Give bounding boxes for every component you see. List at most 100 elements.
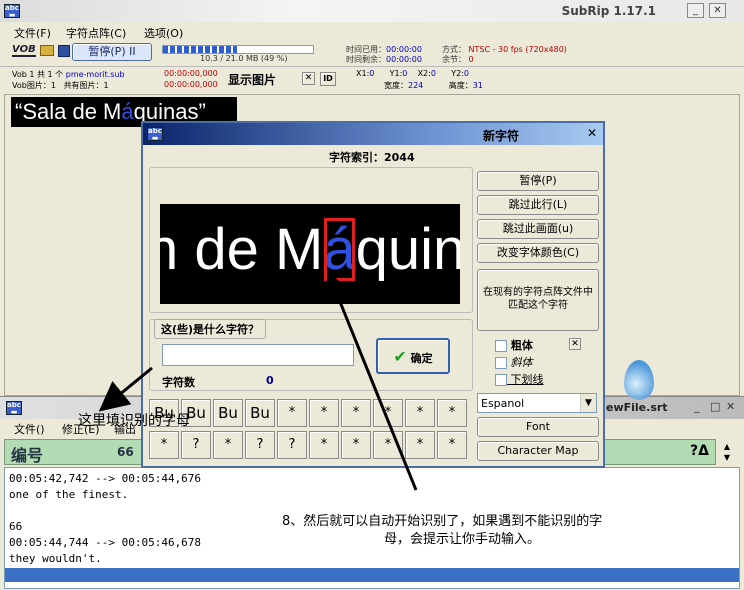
bottom-window-title: ewFile.srt	[606, 401, 668, 414]
save-icon[interactable]	[58, 45, 70, 57]
char-grid-button[interactable]: *	[309, 399, 339, 427]
subtitle-line-2: one of the finest.	[9, 488, 129, 501]
char-grid: Bu Bu Bu Bu * * * * * * *? *?? * * * * *	[149, 399, 473, 463]
side-button-0[interactable]: 暂停(P)	[477, 171, 599, 191]
char-grid-button[interactable]: *	[437, 399, 467, 427]
char-grid-button[interactable]: *	[213, 431, 243, 459]
timestamp-2: 00:00:00,000	[164, 80, 218, 89]
remainder-info: 余节： 0	[442, 55, 474, 64]
char-grid-button[interactable]: *	[373, 399, 403, 427]
char-grid-button[interactable]: *	[309, 431, 339, 459]
id-button[interactable]: ID	[320, 72, 336, 86]
bottom-minimize-icon[interactable]: _	[694, 400, 700, 413]
char-grid-button[interactable]: *	[373, 431, 403, 459]
side-buttons: 暂停(P) 跳过此行(L) 跳过此画面(u) 改变字体颜色(C)	[477, 171, 599, 267]
italic-option[interactable]: 斜体	[495, 354, 533, 370]
char-count-value: 0	[266, 374, 274, 387]
question-group: 这(些)是什么字符？ ✔ 确定 字符数 0	[149, 319, 473, 391]
match-existing-button[interactable]: 在现有的字符点阵文件中匹配这个字符	[477, 269, 599, 331]
header-label: 编号	[11, 446, 44, 465]
preview-group: n de Máquinas	[149, 167, 473, 313]
close-button[interactable]: ✕	[709, 3, 726, 18]
main-title-bar: abc ▬ SubRip 1.17.1 _ ✕	[0, 0, 744, 22]
new-char-dialog: abc▬ 新字符 ✕ 字符索引：2044 n de Máquinas 这(些)是…	[141, 121, 605, 468]
char-input[interactable]	[162, 344, 354, 366]
folder-icon[interactable]	[40, 45, 54, 56]
italic-checkbox[interactable]	[495, 357, 507, 369]
side-button-2[interactable]: 跳过此画面(u)	[477, 219, 599, 239]
font-options-close[interactable]: ✕	[569, 338, 581, 350]
character-map-button[interactable]: Character Map	[477, 441, 599, 461]
side-button-3[interactable]: 改变字体颜色(C)	[477, 243, 599, 263]
progress-bar	[162, 45, 314, 54]
chevron-down-icon[interactable]: ▼	[580, 394, 596, 412]
bottom-menu-file[interactable]: 文件()	[14, 421, 45, 437]
preview-highlight-char: á	[323, 217, 356, 282]
language-value: Espanol	[481, 397, 525, 410]
underline-label: 下划线	[510, 373, 544, 386]
char-grid-button[interactable]: *	[277, 399, 307, 427]
bottom-maximize-icon[interactable]: □	[710, 400, 720, 413]
dialog-close-icon[interactable]: ✕	[587, 126, 597, 140]
char-grid-button[interactable]: *	[405, 399, 435, 427]
menu-char-matrix[interactable]: 字符点阵(C)	[66, 25, 126, 41]
app-icon: abc ▬	[4, 4, 20, 18]
language-select[interactable]: Espanol ▼	[477, 393, 597, 413]
coords-row-2: 宽度：224 高度：31	[384, 81, 483, 90]
char-index-label: 字符索引：2044	[329, 151, 415, 164]
main-window-title: SubRip 1.17.1	[561, 4, 656, 18]
char-grid-button[interactable]: *	[341, 399, 371, 427]
char-grid-button[interactable]: ?	[181, 431, 211, 459]
selected-row[interactable]	[5, 568, 739, 582]
time-remaining: 时间剩余：00:00:00	[346, 55, 422, 64]
menu-file[interactable]: 文件(F)	[14, 25, 51, 41]
char-grid-button[interactable]: *	[437, 431, 467, 459]
pause-button[interactable]: 暂停(P) II	[72, 43, 152, 61]
preview-text-after: quinas	[355, 217, 460, 282]
char-grid-button[interactable]: *	[405, 431, 435, 459]
preview-text-before: n de M	[160, 217, 324, 282]
bottom-close-icon[interactable]: ✕	[726, 400, 735, 413]
annotation-right-line2: 母，会提示让你手动输入。	[384, 532, 541, 547]
char-grid-button[interactable]: ?	[245, 431, 275, 459]
progress-text: 10.3 / 21.0 MB (49 %)	[200, 54, 288, 63]
header-scroll[interactable]: ▲ ▼	[716, 441, 738, 465]
bottom-app-icon: abc ▬	[6, 401, 22, 415]
font-button[interactable]: Font	[477, 417, 599, 437]
bold-option[interactable]: 粗体	[495, 337, 533, 353]
show-picture-label: 显示图片	[228, 73, 277, 87]
vob-info-2: Vob图片：1 共有图片：1	[12, 81, 109, 90]
subtitle-line-6: they wouldn't.	[9, 552, 102, 565]
bold-checkbox[interactable]	[495, 340, 507, 352]
subtitle-text-before: “Sala de M	[15, 99, 122, 124]
dialog-title-bar: abc ▬ 新字符 ✕	[143, 123, 603, 145]
timestamp-1: 00:00:00,000	[164, 69, 218, 78]
char-grid-button[interactable]: *	[341, 431, 371, 459]
subtitle-line-4: 66	[9, 520, 23, 533]
subtitle-highlight-char: á	[121, 99, 134, 124]
vob-icon[interactable]: VOB	[12, 44, 36, 57]
minimize-button[interactable]: _	[687, 3, 704, 18]
italic-label: 斜体	[510, 356, 533, 369]
header-right-symbols: ?Δ	[690, 443, 709, 459]
underline-checkbox[interactable]	[495, 374, 507, 386]
coords-row-1: X1:0 Y1:0 X2:0 Y2:0	[356, 69, 469, 78]
side-button-1[interactable]: 跳过此行(L)	[477, 195, 599, 215]
ok-button[interactable]: ✔ 确定	[376, 338, 450, 374]
question-label: 这(些)是什么字符？	[154, 319, 267, 339]
underline-option[interactable]: 下划线	[495, 371, 544, 387]
bold-label: 粗体	[510, 339, 533, 352]
char-preview-image: n de Máquinas	[160, 204, 460, 304]
subtitle-line-5: 00:05:44,744 --> 00:05:46,678	[9, 536, 202, 549]
char-grid-button[interactable]: ?	[277, 431, 307, 459]
close-picture-button[interactable]: ✕	[302, 72, 315, 85]
toolbar-row-2: Vob 1 共 1 个 pme-morit.sub Vob图片：1 共有图片：1…	[0, 66, 744, 92]
menu-options[interactable]: 选项(O)	[144, 25, 183, 41]
char-grid-button[interactable]: *	[149, 431, 179, 459]
ok-button-label: 确定	[410, 352, 433, 365]
char-grid-button[interactable]: Bu	[245, 399, 275, 427]
dialog-title: 新字符	[483, 129, 520, 143]
char-grid-button[interactable]: Bu	[213, 399, 243, 427]
water-drop-icon	[624, 360, 654, 400]
check-icon: ✔	[393, 347, 407, 366]
